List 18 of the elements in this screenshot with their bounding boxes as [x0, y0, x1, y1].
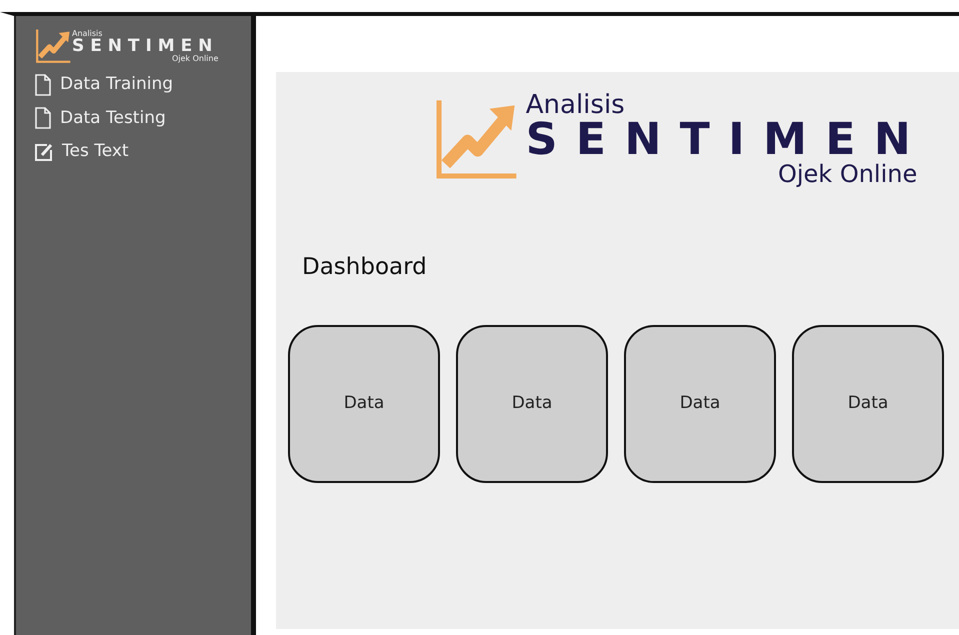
data-card: Data	[792, 324, 944, 482]
logo-subtitle: Ojek Online	[776, 162, 918, 186]
nav-link[interactable]: Data Testing	[34, 102, 233, 135]
data-card: Data	[288, 324, 440, 482]
nav-link[interactable]: Tes Text	[34, 135, 233, 168]
nav-link[interactable]: Data Training	[34, 68, 233, 102]
logo-text: Analisis	[526, 92, 626, 118]
data-card: Data	[456, 324, 608, 482]
data-card: Data	[624, 324, 776, 482]
logo-title: SENTIMEN	[72, 38, 218, 54]
document-icon	[34, 107, 52, 130]
page-title: Dashboard	[302, 253, 428, 282]
logo-title: SENTIMEN	[526, 118, 930, 162]
logo-text: Analisis	[72, 30, 104, 38]
rising-chart-icon	[34, 28, 72, 64]
document-icon	[34, 74, 52, 96]
edit-icon	[34, 142, 54, 162]
logo-subtitle: Ojek Online	[170, 54, 218, 62]
